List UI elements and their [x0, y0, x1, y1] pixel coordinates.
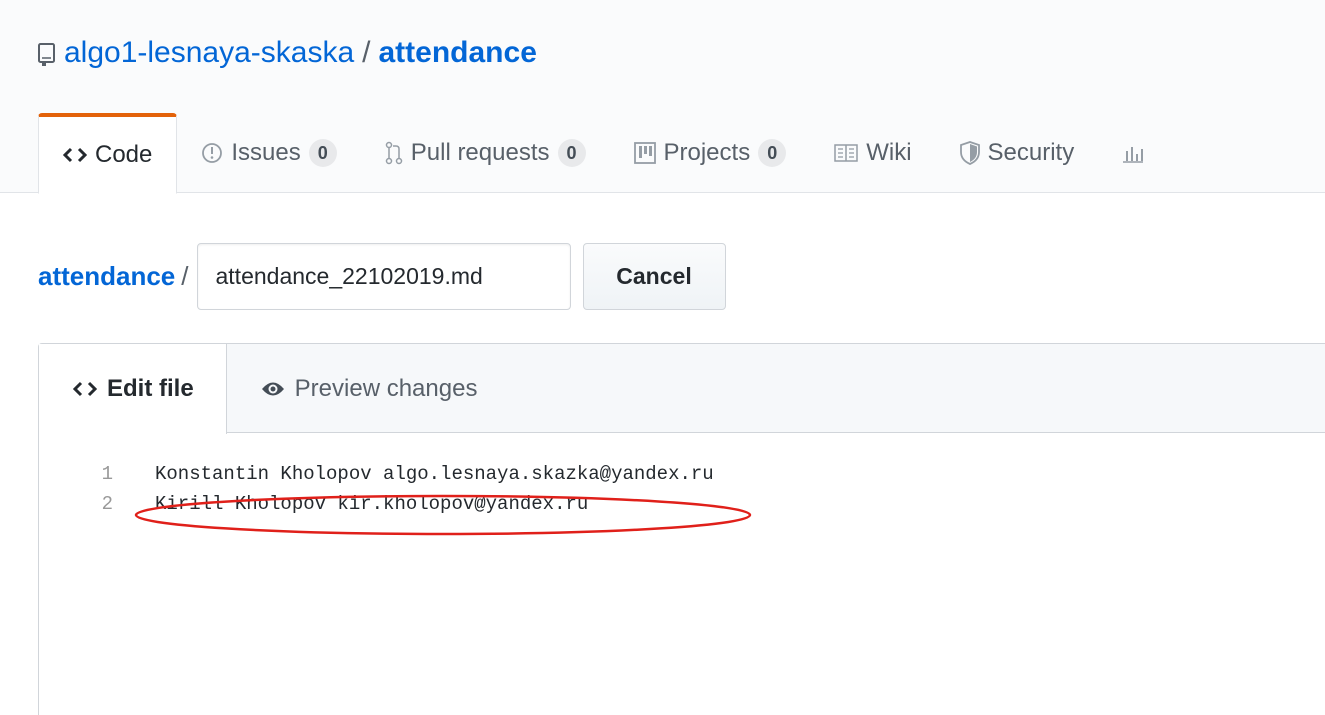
tab-label: Code	[95, 141, 153, 168]
line-number: 1	[101, 463, 113, 485]
issues-counter: 0	[308, 139, 337, 167]
tab-code[interactable]: Code	[38, 113, 178, 194]
repo-owner-link[interactable]: algo1-lesnaya-skaska	[64, 36, 354, 70]
repo-name-link[interactable]: attendance	[379, 36, 537, 70]
tab-preview-changes[interactable]: Preview changes	[227, 344, 512, 433]
tab-pull-requests[interactable]: Pull requests 0	[361, 113, 610, 193]
pull-requests-counter: 0	[557, 139, 586, 167]
repo-icon	[38, 41, 56, 66]
project-icon	[633, 142, 656, 164]
code-line: 2 Kirill Kholopov kir.kholopov@yandex.ru	[39, 489, 1325, 519]
tab-label: Wiki	[866, 139, 912, 166]
page: algo1-lesnaya-skaska / attendance Code I…	[0, 0, 1325, 715]
repo-title: algo1-lesnaya-skaska / attendance	[38, 33, 537, 73]
tab-edit-file[interactable]: Edit file	[39, 344, 227, 434]
editor-tabs: Edit file Preview changes	[39, 344, 1325, 434]
line-number: 2	[101, 493, 113, 515]
tab-wiki[interactable]: Wiki	[810, 113, 935, 193]
cancel-button[interactable]: Cancel	[582, 243, 726, 310]
tab-issues[interactable]: Issues 0	[177, 113, 360, 193]
tab-label: Preview changes	[294, 374, 478, 402]
repo-separator: /	[362, 36, 371, 69]
projects-counter: 0	[758, 139, 787, 167]
file-editor: Edit file Preview changes 1 Konstantin K…	[38, 343, 1325, 715]
repo-header: algo1-lesnaya-skaska / attendance Code I…	[0, 0, 1325, 194]
code-line: 1 Konstantin Kholopov algo.lesnaya.skazk…	[39, 459, 1325, 489]
shield-icon	[959, 141, 980, 165]
pull-request-icon	[385, 141, 403, 165]
line-content[interactable]: Kirill Kholopov kir.kholopov@yandex.ru	[155, 493, 588, 515]
tab-label: Pull requests	[410, 139, 550, 166]
eye-icon	[261, 380, 285, 398]
tab-label: Projects	[663, 139, 751, 166]
filename-input[interactable]	[196, 243, 571, 310]
code-icon	[73, 381, 97, 397]
code-area[interactable]: 1 Konstantin Kholopov algo.lesnaya.skazk…	[39, 433, 1325, 519]
tab-security[interactable]: Security	[936, 113, 1099, 193]
issue-icon	[201, 142, 223, 164]
breadcrumb-root-link[interactable]: attendance	[38, 261, 175, 292]
tab-insights-partial[interactable]	[1098, 113, 1152, 193]
code-icon	[63, 147, 87, 163]
file-path-row: attendance / Cancel	[38, 243, 726, 310]
tab-projects[interactable]: Projects 0	[610, 113, 811, 193]
book-icon	[834, 144, 858, 162]
graph-icon	[1122, 143, 1144, 163]
tab-label: Issues	[231, 139, 301, 166]
tab-label: Edit file	[107, 375, 194, 402]
repo-nav: Code Issues 0 Pull requests 0 Projects 0…	[38, 113, 1152, 194]
tab-label: Security	[987, 139, 1075, 166]
line-content[interactable]: Konstantin Kholopov algo.lesnaya.skazka@…	[155, 463, 714, 485]
breadcrumb-separator: /	[181, 261, 189, 291]
